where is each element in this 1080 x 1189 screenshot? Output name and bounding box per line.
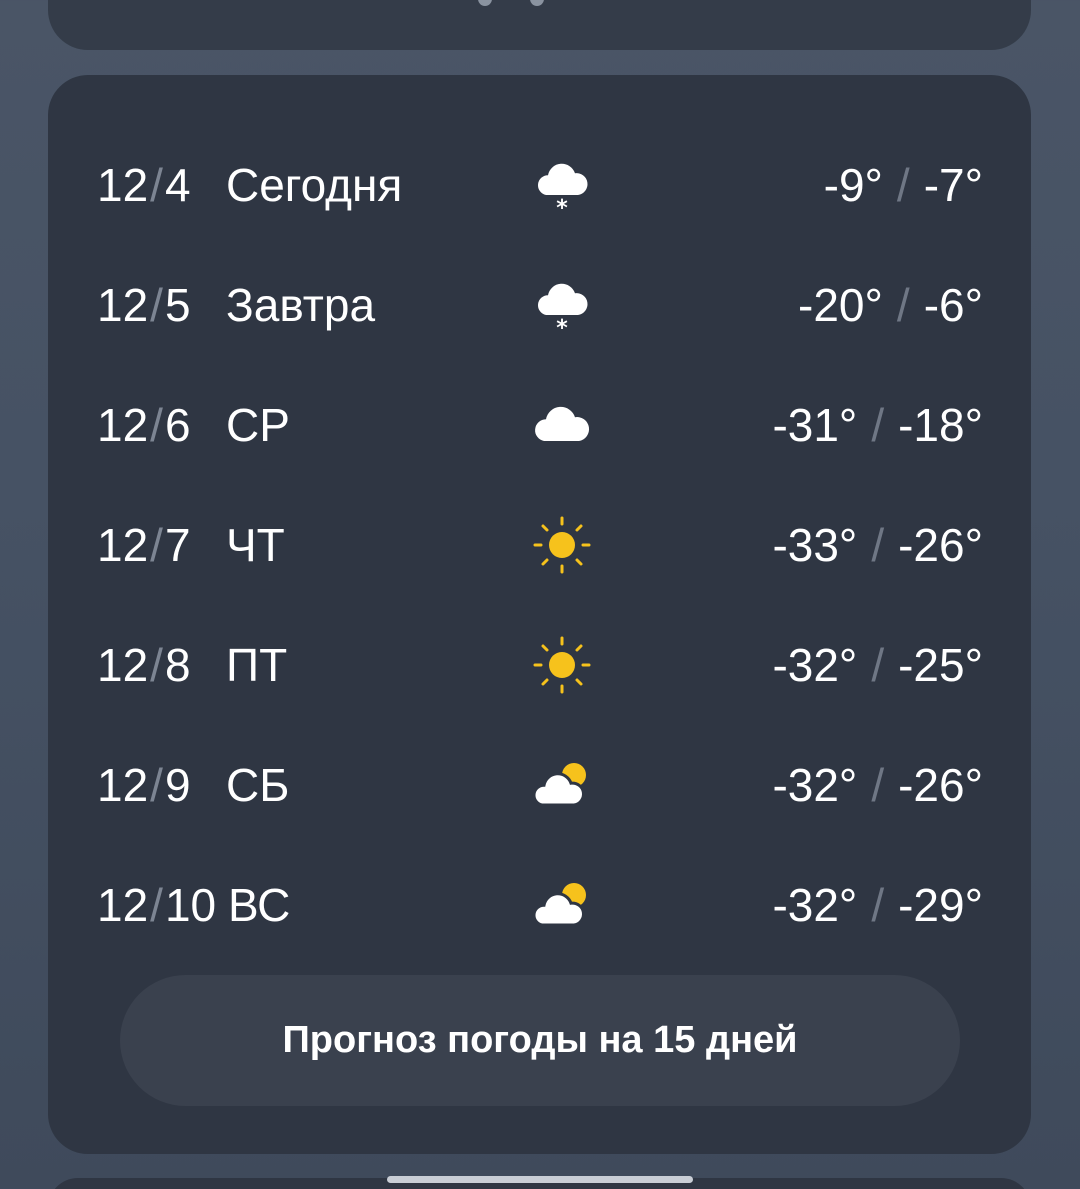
forecast-row[interactable]: 12/8 ПТ -32° / -25° [48,605,1031,725]
cloud-icon [535,406,590,441]
page-dot [530,0,544,6]
date-day: 4 [164,159,191,211]
temp-low: -32° [772,639,858,691]
date-day: 9 [164,759,191,811]
temp-high: -6° [923,279,983,331]
forecast-date: 12/10 [97,879,217,931]
day-label: СР [226,399,290,451]
temp-high: -25° [898,639,983,691]
day-label: Завтра [226,279,376,331]
home-indicator[interactable] [387,1176,693,1183]
forecast-row[interactable]: 12/4 Сегодня * -9° / -7° [48,125,1031,245]
temperature-range: -32° / -26° [772,759,983,811]
temp-low: -31° [772,399,858,451]
forecast-row[interactable]: 12/9 СБ -32° / -26° [48,725,1031,845]
forecast-row[interactable]: 12/6 СР -31° / -18° [48,365,1031,485]
temperature-range: -20° / -6° [798,279,983,331]
date-month: 12 [97,279,149,331]
svg-text:*: * [556,316,568,337]
date-day: 10 [164,879,217,931]
temp-low: -33° [772,519,858,571]
temp-high: -7° [923,159,983,211]
day-label: ЧТ [226,519,285,571]
date-month: 12 [97,519,149,571]
forecast-row[interactable]: 12/10 ВС -32° / -29° [48,845,1031,965]
temp-low: -20° [798,279,883,331]
sun-icon [533,636,591,694]
temperature-range: -32° / -25° [772,639,983,691]
day-label: ПТ [226,639,288,691]
temp-high: -29° [898,879,983,931]
temperature-range: -32° / -29° [772,879,983,931]
forecast-date: 12/5 [97,279,191,331]
temperature-range: -31° / -18° [772,399,983,451]
date-day: 7 [164,519,191,571]
15-day-forecast-button[interactable]: Прогноз погоды на 15 дней [120,975,960,1106]
partly-cloudy-icon [532,883,586,927]
temp-low: -9° [823,159,883,211]
forecast-date: 12/8 [97,639,191,691]
forecast-row[interactable]: 12/5 Завтра * -20° / -6° [48,245,1031,365]
snow-cloud-icon: * [537,283,588,337]
date-day: 5 [164,279,191,331]
previous-card [48,0,1031,50]
svg-text:*: * [556,196,568,217]
forecast-date: 12/7 [97,519,191,571]
date-day: 8 [164,639,191,691]
day-label: ВС [228,879,291,931]
temp-high: -18° [898,399,983,451]
temp-low: -32° [772,759,858,811]
sun-icon [533,516,591,574]
forecast-date: 12/6 [97,399,191,451]
forecast-date: 12/4 [97,159,191,211]
date-month: 12 [97,399,149,451]
forecast-row[interactable]: 12/7 ЧТ -33° / -26° [48,485,1031,605]
temp-high: -26° [898,759,983,811]
temperature-range: -33° / -26° [772,519,983,571]
snow-cloud-icon: * [537,163,588,217]
daily-forecast-card: 12/4 Сегодня * -9° / -7° 12/5 Завтра * -20… [48,75,1031,1154]
date-month: 12 [97,639,149,691]
temp-high: -26° [898,519,983,571]
date-month: 12 [97,759,149,811]
day-label: СБ [226,759,290,811]
temperature-range: -9° / -7° [823,159,983,211]
date-month: 12 [97,879,149,931]
partly-cloudy-icon [532,763,586,807]
date-day: 6 [164,399,191,451]
page-dots [478,0,544,6]
page-dot [478,0,492,6]
temp-low: -32° [772,879,858,931]
day-label: Сегодня [226,159,403,211]
date-month: 12 [97,159,149,211]
forecast-date: 12/9 [97,759,191,811]
